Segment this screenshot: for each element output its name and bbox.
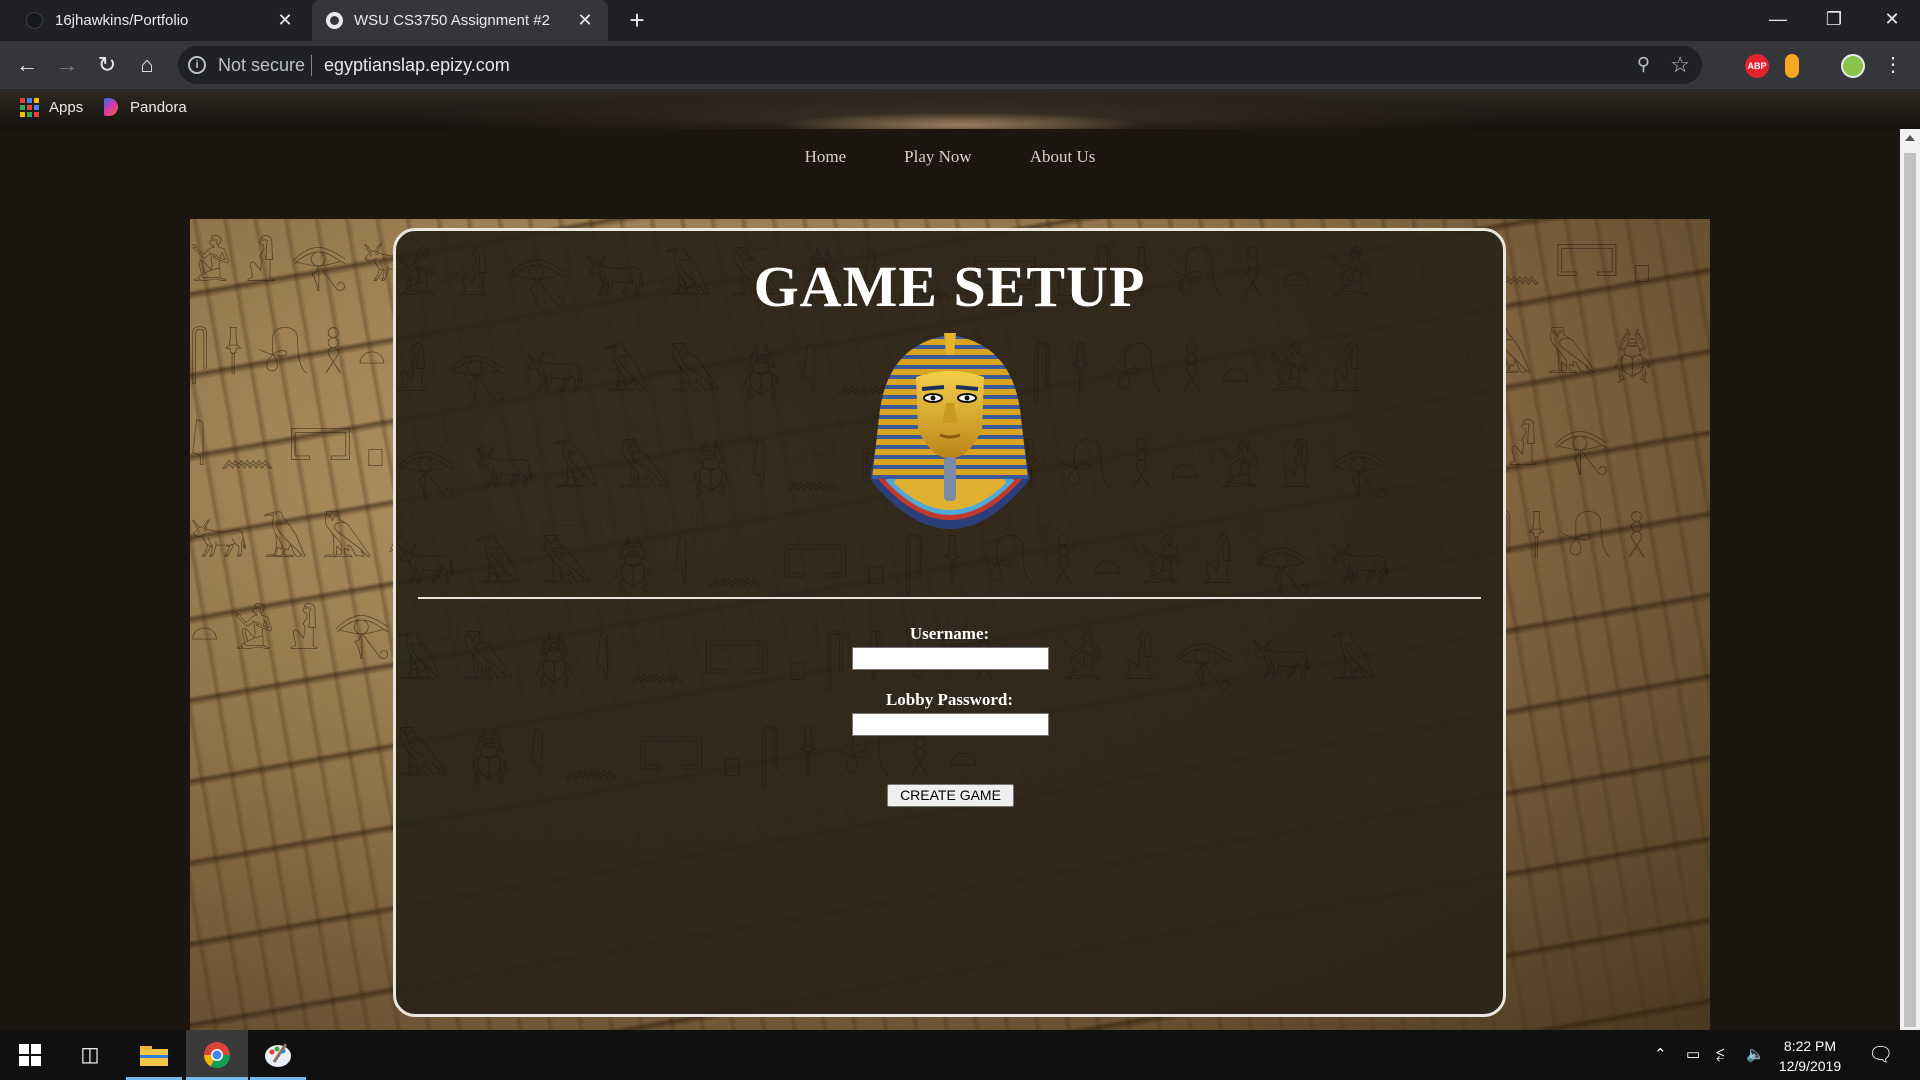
tab-assignment[interactable]: WSU CS3750 Assignment #2 ✕ [312, 0, 608, 41]
lobby-password-input[interactable] [852, 713, 1049, 736]
nav-about-us-link[interactable]: About Us [1030, 147, 1096, 167]
pandora-icon [104, 98, 118, 116]
wifi-icon[interactable]: ⥶ [1716, 1030, 1724, 1080]
web-page: Home Play Now About Us 𓀀𓁐𓂀𓃒𓄿𓅓𓆣𓇋𓈖𓉐𓊪𓋴𓌂𓍯𓎛𓏏𓀀… [0, 129, 1900, 1030]
zoom-icon[interactable]: ⚲ [1637, 54, 1650, 75]
username-label: Username: [909, 624, 990, 643]
windows-taskbar: ◫ ⌃ ▭ ⥶ 🔈 8:22 PM 12/9/2019 🗨 [0, 1030, 1920, 1080]
back-arrow-icon[interactable]: ← [10, 48, 44, 82]
close-tab-icon[interactable]: ✕ [574, 9, 596, 31]
info-icon[interactable]: i [188, 56, 206, 74]
minimize-icon[interactable]: — [1750, 0, 1806, 41]
extension-icon[interactable] [1785, 54, 1799, 78]
bookmark-star-icon[interactable]: ☆ [1670, 52, 1690, 78]
profile-avatar[interactable] [1841, 54, 1865, 78]
apps-grid-icon [20, 98, 39, 117]
browser-tab-strip: 16jhawkins/Portfolio ✕ WSU CS3750 Assign… [0, 0, 1920, 41]
restore-icon[interactable]: ❐ [1806, 0, 1862, 41]
site-nav: Home Play Now About Us [0, 147, 1900, 167]
paint-icon[interactable] [250, 1030, 306, 1080]
tray-chevron-up-icon[interactable]: ⌃ [1654, 1030, 1667, 1080]
task-view-icon[interactable]: ◫ [62, 1030, 118, 1080]
scroll-up-arrow-icon[interactable] [1905, 135, 1915, 141]
scrollbar-thumb[interactable] [1904, 153, 1916, 1027]
nav-play-now-link[interactable]: Play Now [904, 147, 972, 167]
nav-home-link[interactable]: Home [805, 147, 847, 167]
menu-icon[interactable]: ⋮ [1876, 48, 1910, 82]
home-icon[interactable]: ⌂ [130, 48, 164, 82]
reload-icon[interactable]: ↻ [90, 48, 124, 82]
battery-icon[interactable]: ▭ [1686, 1030, 1700, 1080]
notifications-icon[interactable]: 🗨 [1868, 1030, 1893, 1080]
tab-title: 16jhawkins/Portfolio [55, 12, 189, 29]
clock-time: 8:22 PM [1783, 1038, 1837, 1054]
browser-toolbar: ← → ↻ ⌂ i Not secure egyptianslap.epizy.… [0, 41, 1920, 129]
clock-date: 12/9/2019 [1778, 1058, 1842, 1074]
url-text[interactable]: egyptianslap.epizy.com [324, 55, 510, 76]
game-setup-panel: 𓀀𓁐𓂀𓃒𓄿𓅓𓆣𓇋𓈖𓉐𓊪𓋴𓌂𓍯𓎛𓏏𓀀𓁐𓂀𓃒𓄿𓅓𓆣𓇋𓈖𓉐𓊪𓋴𓌂𓍯𓎛𓏏𓀀𓁐𓂀𓃒𓄿𓅓𓆣𓇋… [393, 228, 1506, 1017]
bookmark-label: Pandora [130, 98, 187, 116]
security-status[interactable]: Not secure [218, 55, 305, 76]
address-separator [311, 55, 312, 76]
address-bar[interactable]: i Not secure egyptianslap.epizy.com ⚲ ☆ [178, 46, 1702, 84]
file-explorer-icon[interactable] [126, 1030, 182, 1080]
bookmark-pandora[interactable]: Pandora [104, 98, 187, 116]
username-input[interactable] [852, 647, 1049, 670]
start-icon[interactable] [2, 1030, 58, 1080]
chrome-icon[interactable] [186, 1030, 248, 1080]
page-title: GAME SETUP [753, 254, 1146, 319]
forward-arrow-icon[interactable]: → [50, 48, 84, 82]
close-tab-icon[interactable]: ✕ [274, 9, 296, 31]
bookmark-label: Apps [49, 99, 84, 116]
lobby-password-label: Lobby Password: [885, 690, 1014, 709]
tab-portfolio[interactable]: 16jhawkins/Portfolio ✕ [0, 0, 308, 41]
create-game-button[interactable]: CREATE GAME [887, 784, 1014, 807]
github-favicon-icon [26, 12, 43, 29]
globe-favicon-icon [326, 12, 343, 29]
volume-icon[interactable]: 🔈 [1746, 1030, 1765, 1080]
bookmarks-bar: Apps Pandora [0, 89, 400, 125]
tab-title: WSU CS3750 Assignment #2 [354, 12, 550, 29]
adblock-icon[interactable]: ABP [1745, 54, 1769, 78]
new-tab-button[interactable]: + [622, 6, 652, 36]
page-scrollbar[interactable] [1900, 129, 1920, 1030]
section-divider [418, 597, 1481, 599]
pharaoh-mask-icon [870, 333, 1030, 529]
close-window-icon[interactable]: ✕ [1864, 0, 1920, 41]
bookmark-apps[interactable]: Apps [20, 98, 83, 117]
system-clock[interactable]: 8:22 PM 12/9/2019 [1770, 1036, 1850, 1076]
